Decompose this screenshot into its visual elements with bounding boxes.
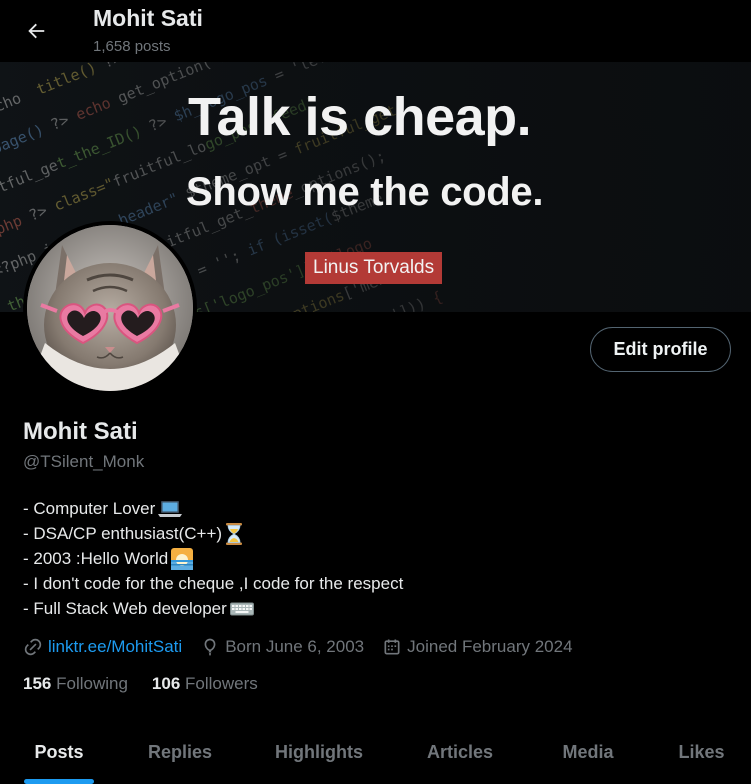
bio-text: - I don't code for the cheque ,I code fo… — [23, 574, 404, 593]
back-button[interactable] — [16, 11, 56, 51]
keyboard-icon — [229, 602, 254, 615]
profile-link-item[interactable]: linktr.ee/MohitSati — [23, 637, 182, 657]
hourglass-icon — [226, 522, 243, 545]
bio-line: - Computer Lover — [23, 496, 403, 521]
following-link[interactable]: 156 Following — [23, 674, 128, 694]
followers-count: 106 — [151, 674, 181, 693]
bio-text: - 2003 :Hello World — [23, 549, 169, 568]
following-count: 156 — [23, 674, 52, 693]
bio-text: - Computer Lover — [23, 499, 156, 518]
banner-quote-author: Linus Torvalds — [305, 252, 443, 284]
profile-birthday: Born June 6, 2003 — [225, 637, 365, 656]
bio-line: - DSA/CP enthusiast(C++) — [23, 521, 403, 546]
link-icon — [24, 638, 42, 656]
profile-tabs: Posts Replies Highlights Articles Media … — [0, 726, 751, 784]
tab-replies[interactable]: Replies — [118, 726, 242, 778]
cat-with-heart-glasses-avatar — [27, 225, 193, 391]
calendar-icon — [384, 639, 400, 655]
profile-joined-item: Joined February 2024 — [382, 637, 573, 657]
arrow-left-icon — [28, 23, 45, 39]
followers-link[interactable]: 106 Followers — [152, 674, 258, 694]
bio-text: - Full Stack Web developer — [23, 599, 227, 618]
balloon-icon — [204, 638, 216, 656]
header-name: Mohit Sati — [93, 5, 203, 31]
bio-text: - DSA/CP enthusiast(C++) — [23, 524, 223, 543]
active-tab-indicator — [24, 779, 94, 784]
profile-link[interactable]: linktr.ee/MohitSati — [48, 637, 182, 657]
top-bar: Mohit Sati 1,658 posts — [0, 0, 751, 62]
tab-media[interactable]: Media — [524, 726, 652, 778]
bio-line: - I don't code for the cheque ,I code fo… — [23, 571, 403, 596]
laptop-icon — [158, 500, 183, 517]
following-label: Following — [56, 674, 128, 693]
bio-line: - 2003 :Hello World — [23, 546, 403, 571]
followers-label: Followers — [185, 674, 258, 693]
profile-handle: @TSilent_Monk — [23, 452, 145, 471]
bio-line: - Full Stack Web developer — [23, 596, 403, 621]
profile-joined: Joined February 2024 — [407, 637, 573, 656]
banner-quote-line1: Talk is cheap. — [188, 87, 532, 147]
tab-posts[interactable]: Posts — [0, 726, 118, 778]
edit-profile-button[interactable]: Edit profile — [590, 327, 731, 372]
profile-birthday-item: Born June 6, 2003 — [200, 637, 364, 657]
tab-articles[interactable]: Articles — [396, 726, 524, 778]
avatar[interactable] — [23, 221, 197, 395]
banner-quote-line2: Show me the code. — [186, 170, 544, 214]
follow-stats: 156 Following 106 Followers — [23, 674, 282, 694]
profile-meta: linktr.ee/MohitSati Born June 6, 2003 Jo… — [23, 634, 591, 660]
profile-display-name: Mohit Sati — [23, 418, 138, 445]
sunrise-icon — [171, 547, 194, 570]
tab-likes[interactable]: Likes — [652, 726, 751, 778]
profile-bio: - Computer Lover - DSA/CP enthusiast(C++… — [23, 496, 403, 621]
header-post-count: 1,658 posts — [93, 38, 171, 55]
tab-highlights[interactable]: Highlights — [242, 726, 396, 778]
